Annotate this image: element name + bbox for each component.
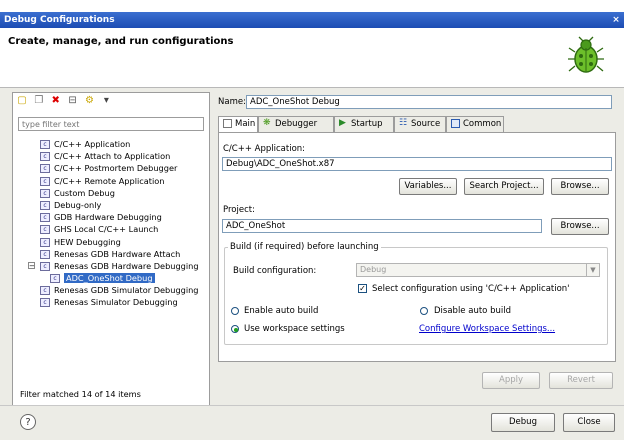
launch-type-icon: c: [40, 200, 50, 210]
tree-item-label: GHS Local C/C++ Launch: [54, 224, 159, 235]
search-project-button[interactable]: Search Project...: [464, 178, 544, 195]
tree-item[interactable]: c C/C++ Postmortem Debugger: [22, 162, 208, 174]
project-field[interactable]: ADC_OneShot: [222, 219, 542, 233]
startup-tab-icon: ▶: [339, 118, 346, 128]
tab-startup[interactable]: ▶ Startup: [334, 116, 394, 132]
tree-item-label: GDB Hardware Debugging: [54, 212, 162, 223]
launch-type-icon: c: [40, 164, 50, 174]
tree-item[interactable]: c GHS Local C/C++ Launch: [22, 223, 208, 235]
bug-icon: [568, 36, 604, 73]
select-config-label: Select configuration using 'C/C++ Applic…: [372, 284, 570, 294]
disable-auto-build-label: Disable auto build: [434, 306, 511, 316]
launch-type-icon: c: [40, 249, 50, 259]
tree-item-label: Debug-only: [54, 199, 102, 210]
source-tab-icon: ☷: [399, 118, 408, 128]
debug-button[interactable]: Debug: [491, 413, 555, 432]
tree-item-label: Custom Debug: [54, 187, 115, 198]
launch-type-icon: c: [40, 298, 50, 308]
footer-separator: [0, 405, 624, 406]
tree-item-label: ADC_OneShot Debug: [64, 273, 155, 284]
filter-input[interactable]: [18, 117, 204, 131]
new-launch-config-icon[interactable]: ▢: [16, 95, 28, 107]
app-path-field[interactable]: Debug\ADC_OneShot.x87: [222, 157, 612, 171]
tab-source[interactable]: ☷ Source: [394, 116, 446, 132]
name-label: Name:: [218, 97, 246, 107]
launch-config-tree: c C/C++ Application c C/C++ Attach to Appli…: [22, 138, 208, 309]
help-icon[interactable]: ?: [20, 414, 36, 430]
filter-status: Filter matched 14 of 14 items: [20, 389, 141, 399]
debugger-tab-icon: ❋: [263, 118, 271, 128]
use-workspace-label: Use workspace settings: [244, 324, 345, 334]
left-toolbar: ▢ ❐ ✖ ⊟ ⚙ ▾: [16, 95, 206, 109]
build-group-title: Build (if required) before launching: [228, 242, 381, 252]
tree-item[interactable]: c C/C++ Application: [22, 138, 208, 150]
configure-workspace-link[interactable]: Configure Workspace Settings...: [419, 324, 555, 334]
build-config-label: Build configuration:: [233, 266, 317, 276]
chevron-down-icon: ▼: [586, 264, 599, 276]
name-field[interactable]: ADC_OneShot Debug: [246, 95, 612, 109]
window-title: Debug Configurations: [4, 15, 115, 25]
tab-debugger[interactable]: ❋ Debugger: [258, 116, 334, 132]
project-label: Project:: [223, 205, 255, 215]
filter-icon[interactable]: ⚙: [84, 95, 96, 107]
close-button[interactable]: Close: [563, 413, 615, 432]
duplicate-icon[interactable]: ❐: [33, 95, 45, 107]
tree-item-label: Renesas GDB Hardware Debugging: [54, 260, 199, 271]
use-workspace-radio[interactable]: [231, 325, 239, 333]
launch-type-icon: c: [40, 286, 50, 296]
close-icon[interactable]: ×: [610, 12, 622, 28]
launch-type-icon: c: [40, 188, 50, 198]
tree-item[interactable]: c Renesas GDB Simulator Debugging: [22, 284, 208, 296]
common-tab-icon: [451, 119, 460, 128]
tree-item[interactable]: c Debug-only: [22, 199, 208, 211]
tree-item[interactable]: c ADC_OneShot Debug: [22, 272, 208, 284]
collapse-icon[interactable]: −: [28, 261, 35, 269]
build-config-select[interactable]: Debug ▼: [356, 263, 600, 277]
launch-type-icon: c: [40, 261, 50, 271]
launch-type-icon: c: [50, 274, 60, 284]
tree-item[interactable]: c Custom Debug: [22, 187, 208, 199]
view-menu-icon[interactable]: ▾: [100, 95, 112, 107]
tree-item[interactable]: c Renesas Simulator Debugging: [22, 296, 208, 308]
tree-item-label: C/C++ Attach to Application: [54, 151, 171, 162]
main-tab-icon: [223, 119, 232, 128]
tab-common[interactable]: Common: [446, 116, 504, 132]
launch-type-icon: c: [40, 176, 50, 186]
tree-item[interactable]: − c Renesas GDB Hardware Debugging: [22, 260, 208, 272]
revert-button[interactable]: Revert: [549, 372, 613, 389]
apply-button[interactable]: Apply: [482, 372, 540, 389]
enable-auto-build-label: Enable auto build: [244, 306, 319, 316]
launch-type-icon: c: [40, 213, 50, 223]
tree-item[interactable]: c HEW Debugging: [22, 236, 208, 248]
delete-icon[interactable]: ✖: [50, 95, 62, 107]
select-config-checkbox[interactable]: ✓: [358, 284, 367, 293]
collapse-all-icon[interactable]: ⊟: [67, 95, 79, 107]
tab-main[interactable]: Main: [218, 116, 258, 133]
dialog-heading: Create, manage, and run configurations: [8, 36, 234, 47]
tree-item-label: HEW Debugging: [54, 236, 121, 247]
launch-type-icon: c: [40, 152, 50, 162]
tree-item-label: C/C++ Remote Application: [54, 175, 165, 186]
window-title-bar: Debug Configurations ×: [0, 12, 624, 28]
tree-item[interactable]: c GDB Hardware Debugging: [22, 211, 208, 223]
variables-button[interactable]: Variables...: [399, 178, 457, 195]
tree-item[interactable]: c C/C++ Remote Application: [22, 175, 208, 187]
tree-item-label: C/C++ Application: [54, 139, 131, 149]
tree-item-label: C/C++ Postmortem Debugger: [54, 163, 178, 174]
project-browse-button[interactable]: Browse...: [551, 218, 609, 235]
tree-item-label: Renesas GDB Hardware Attach: [54, 248, 181, 259]
disable-auto-build-radio[interactable]: [420, 307, 428, 315]
app-label: C/C++ Application:: [223, 144, 306, 154]
app-browse-button[interactable]: Browse...: [551, 178, 609, 195]
tree-item-label: Renesas Simulator Debugging: [54, 297, 178, 308]
enable-auto-build-radio[interactable]: [231, 307, 239, 315]
launch-type-icon: c: [40, 140, 50, 149]
launch-type-icon: c: [40, 237, 50, 247]
tree-item-label: Renesas GDB Simulator Debugging: [54, 285, 199, 296]
tree-item[interactable]: c Renesas GDB Hardware Attach: [22, 248, 208, 260]
launch-type-icon: c: [40, 225, 50, 235]
tree-item[interactable]: c C/C++ Attach to Application: [22, 150, 208, 162]
